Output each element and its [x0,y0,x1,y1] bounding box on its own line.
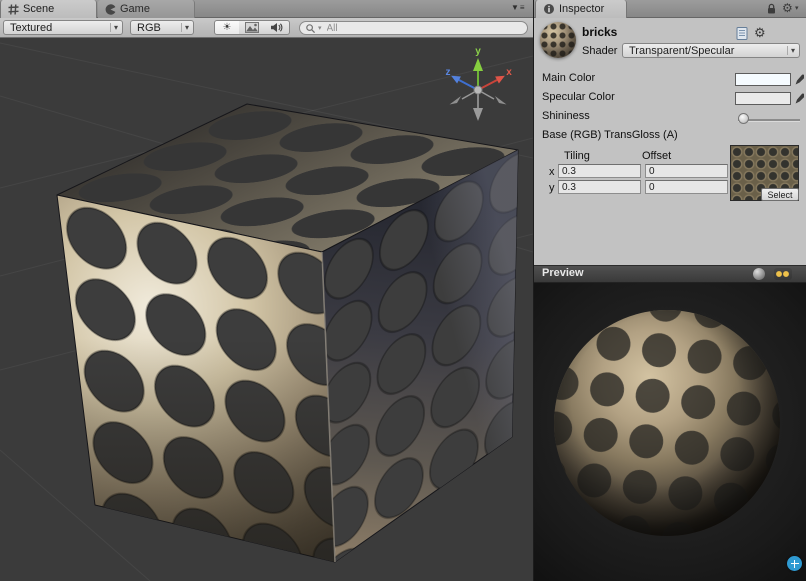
gizmo-neg-y-cone [473,108,483,121]
tab-game-label: Game [120,3,150,15]
info-icon [543,3,555,15]
gizmo-neg-z-cone [495,96,507,105]
scene-fx-toggle[interactable] [239,20,265,35]
specular-color-swatch[interactable] [735,92,791,105]
tab-inspector-label: Inspector [559,3,604,15]
scene-pane: Scene Game ▼≡ Textured ▾ RGB ▾ ☀ [0,0,533,581]
row-x-label: x [549,166,555,178]
preview-sphere[interactable] [534,283,806,581]
offset-y-input[interactable] [645,180,728,194]
lock-icon[interactable] [767,3,776,15]
unity-editor-window: Scene Game ▼≡ Textured ▾ RGB ▾ ☀ [0,0,806,581]
chevron-down-icon: ▾ [787,46,795,55]
gear-icon[interactable]: ⚙ [782,2,793,14]
scene-viewport[interactable]: y x z [0,38,533,581]
help-doc-icon[interactable] [736,27,748,40]
search-icon [306,24,315,33]
scene-pane-menu-icon[interactable]: ▼≡ [511,3,526,12]
channels-value: RGB [137,22,177,34]
shininess-label: Shininess [542,110,590,122]
texture-select-button[interactable]: Select [761,188,799,201]
sun-icon: ☀ [223,23,232,33]
main-color-label: Main Color [542,72,595,84]
scene-toolbar: Textured ▾ RGB ▾ ☀ [0,18,533,38]
main-color-swatch[interactable] [735,73,791,86]
scene-grid-icon [8,4,19,15]
speaker-icon [270,22,283,33]
preview-lighting-icon[interactable] [774,268,792,280]
eyedropper-icon[interactable] [794,71,804,86]
shininess-slider-knob[interactable] [738,113,749,124]
scene-orientation-gizmo[interactable]: y x z [446,46,513,121]
gizmo-y-label[interactable]: y [475,46,481,57]
landscape-icon [245,22,259,33]
render-mode-dropdown[interactable]: Textured ▾ [3,20,123,35]
gizmo-x-label[interactable]: x [506,67,512,78]
material-name: bricks [582,25,617,39]
gizmo-center-handle [474,86,482,94]
material-gear-icon[interactable]: ⚙ [754,26,766,39]
tab-scene-label: Scene [23,3,54,15]
preview-title: Preview [542,267,584,279]
inspector-tabstrip: Inspector ⚙ ▾ [534,0,806,18]
shader-dropdown[interactable]: Transparent/Specular ▾ [622,43,800,58]
preview-add-button[interactable] [787,556,802,571]
scene-audio-toggle[interactable] [264,20,290,35]
tiling-header: Tiling [564,150,590,162]
tiling-x-input[interactable] [558,164,641,178]
inspector-menu-chevron-icon[interactable]: ▾ [795,5,799,12]
scene-search-field[interactable]: ▾ [299,21,528,35]
scene-lighting-toggle[interactable]: ☀ [214,20,240,35]
gizmo-neg-x-cone [450,96,462,105]
material-preview-icon [540,22,576,58]
base-map-label: Base (RGB) TransGloss (A) [542,129,678,141]
shader-value: Transparent/Specular [629,45,783,57]
search-filter-chevron-icon[interactable]: ▾ [318,24,322,32]
scene-tabstrip: Scene Game ▼≡ [0,0,533,18]
tab-inspector[interactable]: Inspector [535,0,627,18]
game-icon [105,4,116,15]
inspector-pane: Inspector ⚙ ▾ bricks Shader Transparent/… [533,0,806,581]
tab-game[interactable]: Game [98,0,195,18]
tab-scene[interactable]: Scene [0,0,97,18]
scene-cube[interactable] [57,104,518,562]
row-y-label: y [549,182,555,194]
preview-model-icon[interactable] [753,268,765,280]
eyedropper-icon[interactable] [794,90,804,105]
offset-header: Offset [642,150,671,162]
channels-dropdown[interactable]: RGB ▾ [130,20,194,35]
gizmo-z-label[interactable]: z [446,67,451,78]
render-mode-value: Textured [10,22,106,34]
offset-x-input[interactable] [645,164,728,178]
shader-label: Shader [582,45,617,57]
material-preview-area[interactable] [534,283,806,581]
chevron-down-icon: ▾ [181,23,189,32]
specular-color-label: Specular Color [542,91,615,103]
tiling-y-input[interactable] [558,180,641,194]
search-input[interactable] [325,22,521,35]
chevron-down-icon: ▾ [110,23,118,32]
